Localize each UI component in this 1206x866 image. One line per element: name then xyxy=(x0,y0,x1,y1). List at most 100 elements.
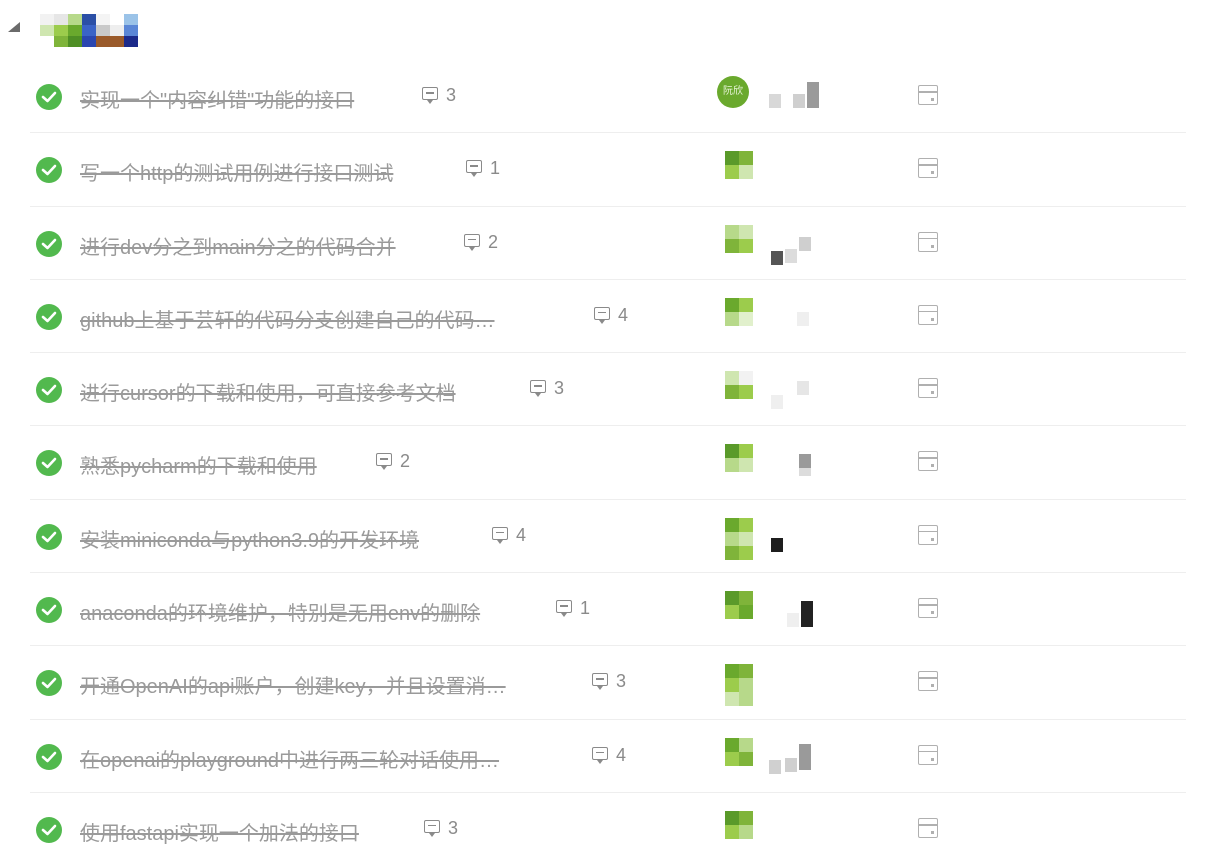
calendar-icon[interactable] xyxy=(918,158,938,179)
comment-count[interactable]: 4 xyxy=(592,745,626,766)
calendar-icon[interactable] xyxy=(918,524,938,545)
assignee[interactable]: 阮欣 xyxy=(717,74,825,118)
comment-count-value: 3 xyxy=(616,671,627,692)
assignee[interactable] xyxy=(725,367,825,411)
task-row[interactable]: 开通OpenAI的api账户，创建key，并且设置消… 3 xyxy=(30,646,1186,720)
check-circle-icon[interactable] xyxy=(36,816,62,843)
comment-icon xyxy=(530,380,546,398)
comment-count-value: 3 xyxy=(554,378,565,399)
calendar-icon[interactable] xyxy=(918,744,938,765)
task-title[interactable]: 开通OpenAI的api账户，创建key，并且设置消… xyxy=(80,670,506,699)
comment-count[interactable]: 2 xyxy=(464,232,498,253)
assignee-name-blurred xyxy=(763,308,823,326)
comment-count[interactable]: 1 xyxy=(556,598,590,619)
check-circle-icon[interactable] xyxy=(36,450,62,477)
avatar xyxy=(725,444,753,473)
comment-icon xyxy=(592,746,608,764)
task-title[interactable]: 安装miniconda与python3.9的开发环境 xyxy=(80,524,419,553)
task-row[interactable]: anaconda的环境维护，特别是无用env的删除 1 xyxy=(30,573,1186,647)
group-header xyxy=(6,14,206,50)
comment-count[interactable]: 3 xyxy=(424,818,458,839)
avatar xyxy=(725,151,753,180)
task-title[interactable]: anaconda的环境维护，特别是无用env的删除 xyxy=(80,597,480,626)
calendar-icon[interactable] xyxy=(918,231,938,252)
task-title[interactable]: 进行cursor的下载和使用，可直接参考文档 xyxy=(80,377,456,406)
task-row[interactable]: 实现一个"内容纠错"功能的接口 3 阮欣 xyxy=(30,60,1186,134)
assignee[interactable] xyxy=(725,660,825,707)
calendar-icon[interactable] xyxy=(918,85,938,105)
task-row[interactable]: github上基于芸轩的代码分支创建自己的代码… 4 xyxy=(30,280,1186,354)
comment-count[interactable]: 4 xyxy=(492,525,526,546)
assignee[interactable] xyxy=(725,221,825,265)
assignee[interactable] xyxy=(725,587,825,631)
check-circle-icon[interactable] xyxy=(36,597,62,624)
comment-icon xyxy=(422,87,438,104)
assignee-name-blurred xyxy=(763,82,823,108)
comment-count[interactable]: 4 xyxy=(594,305,628,326)
task-row[interactable]: 安装miniconda与python3.9的开发环境 4 xyxy=(30,500,1186,574)
comment-icon xyxy=(376,453,392,471)
check-circle-icon[interactable] xyxy=(36,157,62,184)
task-title[interactable]: 写一个http的测试用例进行接口测试 xyxy=(80,157,393,186)
comment-count[interactable]: 3 xyxy=(422,85,456,106)
assignee-name-blurred xyxy=(763,381,823,410)
task-row[interactable]: 进行dev分之到main分之的代码合并 2 xyxy=(30,207,1186,280)
comment-icon xyxy=(492,526,508,544)
comment-count[interactable]: 1 xyxy=(466,158,500,179)
check-circle-icon[interactable] xyxy=(36,523,62,550)
check-circle-icon[interactable] xyxy=(36,670,62,697)
task-list: 实现一个"内容纠错"功能的接口 3 阮欣 写一个http的测试用例进行接口测试 … xyxy=(30,60,1186,866)
comment-count-value: 4 xyxy=(516,524,527,545)
check-circle-icon[interactable] xyxy=(36,303,62,330)
check-circle-icon[interactable] xyxy=(36,743,62,770)
comment-count[interactable]: 3 xyxy=(530,378,564,399)
comment-icon xyxy=(556,600,572,618)
calendar-icon[interactable] xyxy=(918,378,938,399)
assignee[interactable] xyxy=(725,147,825,191)
comment-count-value: 4 xyxy=(616,744,627,765)
avatar xyxy=(725,664,753,707)
task-row[interactable]: 进行cursor的下载和使用，可直接参考文档 3 xyxy=(30,353,1186,427)
task-row[interactable]: 写一个http的测试用例进行接口测试 1 xyxy=(30,133,1186,207)
comment-icon xyxy=(466,160,482,178)
assignee[interactable] xyxy=(725,294,825,338)
assignee[interactable] xyxy=(725,807,825,851)
comment-count-value: 3 xyxy=(446,85,457,105)
task-title[interactable]: 实现一个"内容纠错"功能的接口 xyxy=(80,84,354,113)
task-title[interactable]: 使用fastapi实现一个加法的接口 xyxy=(80,817,359,846)
task-title[interactable]: 熟悉pycharm的下载和使用 xyxy=(80,450,317,479)
comment-count-value: 1 xyxy=(580,598,591,619)
avatar xyxy=(725,224,753,253)
assignee[interactable] xyxy=(725,734,825,778)
assignee-name-blurred xyxy=(763,601,823,628)
calendar-icon[interactable] xyxy=(918,304,938,325)
comment-count-value: 2 xyxy=(400,451,411,472)
task-title[interactable]: github上基于芸轩的代码分支创建自己的代码… xyxy=(80,304,495,333)
comment-icon xyxy=(594,306,610,324)
calendar-icon[interactable] xyxy=(918,598,938,619)
task-title[interactable]: 在openai的playground中进行两三轮对话使用… xyxy=(80,744,499,773)
task-row[interactable]: 使用fastapi实现一个加法的接口 3 xyxy=(30,793,1186,866)
calendar-icon[interactable] xyxy=(918,671,938,692)
avatar xyxy=(725,591,753,620)
assignee-name-blurred xyxy=(763,235,823,265)
assignee-name-blurred xyxy=(763,454,823,477)
comment-count[interactable]: 3 xyxy=(592,671,626,692)
collapse-triangle-icon[interactable] xyxy=(8,22,20,32)
check-circle-icon[interactable] xyxy=(36,84,62,110)
assignee[interactable] xyxy=(725,440,825,484)
task-row[interactable]: 在openai的playground中进行两三轮对话使用… 4 xyxy=(30,720,1186,793)
comment-count-value: 3 xyxy=(448,817,459,838)
comment-count[interactable]: 2 xyxy=(376,451,410,472)
avatar xyxy=(725,517,753,560)
assignee[interactable] xyxy=(725,514,825,560)
check-circle-icon[interactable] xyxy=(36,377,62,404)
comment-icon xyxy=(592,673,608,691)
task-title[interactable]: 进行dev分之到main分之的代码合并 xyxy=(80,231,396,260)
check-circle-icon[interactable] xyxy=(36,230,62,257)
avatar xyxy=(725,810,753,839)
calendar-icon[interactable] xyxy=(918,817,938,838)
comment-count-value: 2 xyxy=(488,231,499,252)
calendar-icon[interactable] xyxy=(918,451,938,472)
task-row[interactable]: 熟悉pycharm的下载和使用 2 xyxy=(30,426,1186,500)
